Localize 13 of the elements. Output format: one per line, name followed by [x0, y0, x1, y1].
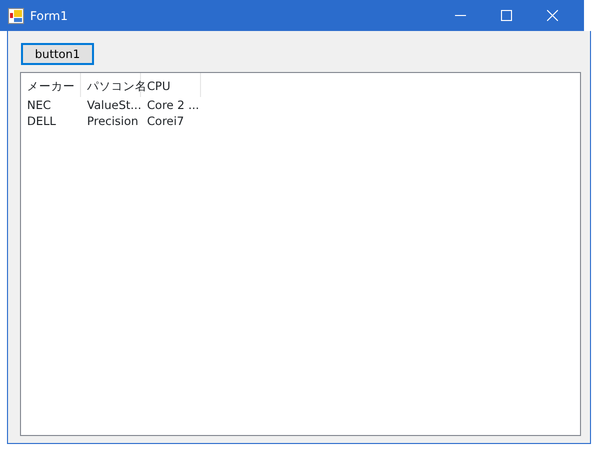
list-cell-text: Corei7 [146, 113, 186, 129]
minimize-icon [454, 15, 466, 16]
app-icon [8, 8, 24, 24]
close-icon [546, 10, 558, 21]
column-header[interactable]: メーカー [21, 73, 81, 97]
list-cell-text: NEC [26, 97, 52, 113]
list-cell-text: Core 2 ... [146, 97, 200, 113]
maximize-icon [500, 10, 512, 21]
list-cell-text: Precision [86, 113, 140, 129]
window-title: Form1 [30, 8, 68, 24]
button1[interactable]: button1 [21, 43, 94, 65]
list-cell-text: ValueSt... [86, 97, 141, 113]
list-cell-text: DELL [26, 113, 57, 129]
